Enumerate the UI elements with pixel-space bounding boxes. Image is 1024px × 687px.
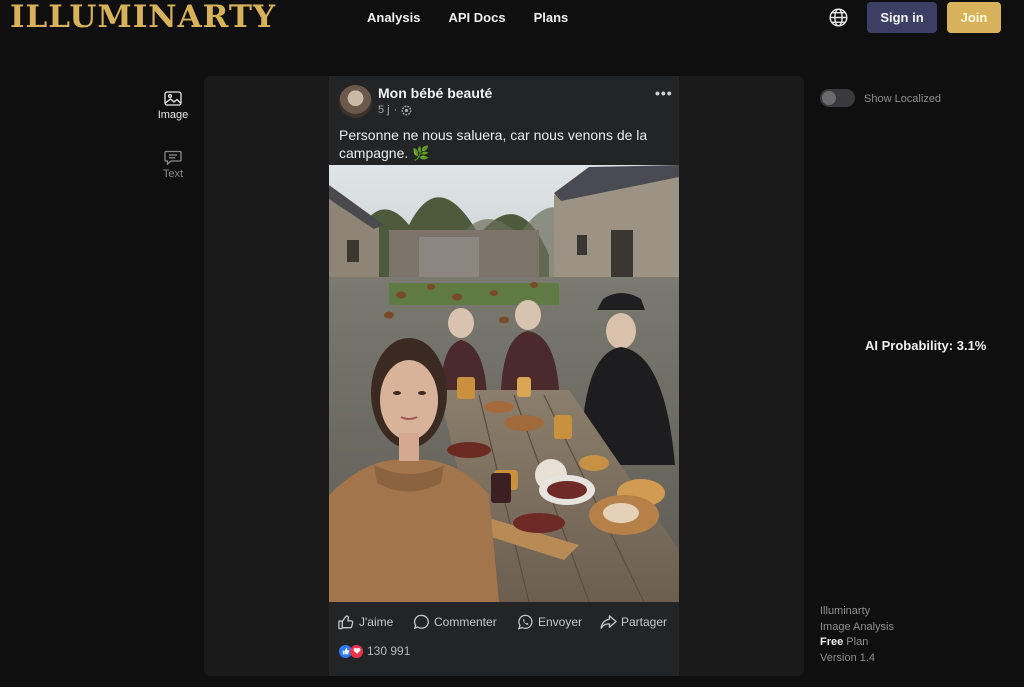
mode-text[interactable]: Text xyxy=(148,150,198,180)
like-label: J'aime xyxy=(359,615,394,629)
reaction-count: 130 991 xyxy=(367,644,411,658)
footer-app-desc: Image Analysis xyxy=(820,620,894,633)
globe-gear-icon xyxy=(401,105,412,115)
mode-text-label: Text xyxy=(162,168,184,180)
mode-image-label: Image xyxy=(157,109,189,121)
post-actions: J'aime Commenter Envoyer Partager xyxy=(329,611,679,633)
share-button[interactable]: Partager xyxy=(600,614,667,630)
nav-analysis[interactable]: Analysis xyxy=(367,10,420,26)
show-localized-toggle[interactable] xyxy=(820,89,855,107)
analyzed-post-screenshot: Mon bébé beauté 5 j · ••• Personne ne no… xyxy=(329,76,679,676)
avatar xyxy=(339,85,372,118)
share-label: Partager xyxy=(621,615,668,629)
post-meta: 5 j · xyxy=(378,104,412,116)
thumbs-up-icon xyxy=(338,615,354,630)
plan-name: Free xyxy=(820,636,844,648)
footer-plan: Free Plan xyxy=(820,635,894,651)
comment-button[interactable]: Commenter xyxy=(413,614,497,630)
chat-icon xyxy=(164,150,182,165)
send-label: Envoyer xyxy=(538,615,583,629)
post-author: Mon bébé beauté xyxy=(378,85,493,101)
main-nav: Analysis API Docs Plans xyxy=(367,10,596,26)
love-reaction-icon xyxy=(350,644,363,658)
post-photo xyxy=(329,165,679,602)
show-localized-label: Show Localized xyxy=(864,93,942,105)
logo[interactable]: ILLUMINARTY xyxy=(10,0,276,34)
footer-version: Version 1.4 xyxy=(820,651,876,664)
nav-plans[interactable]: Plans xyxy=(534,10,569,26)
mode-image[interactable]: Image xyxy=(148,91,198,121)
like-button[interactable]: J'aime xyxy=(338,614,393,630)
globe-icon[interactable] xyxy=(828,7,849,28)
footer-app-name: Illuminarty xyxy=(820,605,871,617)
comment-icon xyxy=(413,614,429,630)
post-caption: Personne ne nous saluera, car nous venon… xyxy=(339,127,648,161)
nav-api-docs[interactable]: API Docs xyxy=(448,10,505,26)
sign-in-button[interactable]: Sign in xyxy=(867,2,937,33)
join-button[interactable]: Join xyxy=(947,2,1001,33)
footer-info: Illuminarty Image Analysis Free Plan Ver… xyxy=(820,604,894,666)
plan-suffix: Plan xyxy=(843,636,869,648)
whatsapp-icon xyxy=(517,614,533,630)
share-icon xyxy=(600,615,617,629)
post-time: 5 j xyxy=(378,104,390,116)
reaction-summary[interactable]: 130 991 xyxy=(339,644,410,658)
top-bar: ILLUMINARTY Analysis API Docs Plans Sign… xyxy=(0,0,1024,36)
more-options-icon[interactable]: ••• xyxy=(655,85,673,101)
ai-probability: AI Probability: 3.1% xyxy=(865,338,987,353)
send-button[interactable]: Envoyer xyxy=(517,614,582,630)
comment-label: Commenter xyxy=(434,615,497,629)
image-icon xyxy=(164,91,182,106)
